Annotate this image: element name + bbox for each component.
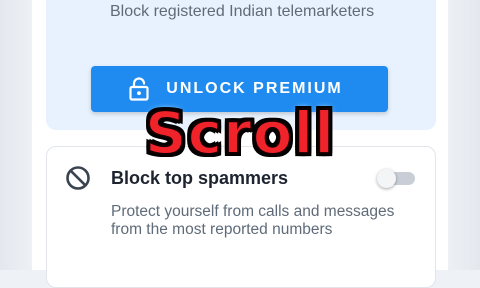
scroll-caption-overlay: Scroll — [144, 98, 336, 168]
block-top-spammers-title: Block top spammers — [111, 168, 289, 188]
toggle-thumb — [377, 169, 396, 188]
block-top-spammers-toggle[interactable] — [377, 169, 415, 188]
block-top-spammers-description: Protect yourself from calls and messages… — [111, 203, 395, 238]
premium-description: Block registered Indian telemarketers — [110, 3, 375, 20]
unlock-premium-label: UNLOCK PREMIUM — [166, 80, 343, 97]
block-icon — [66, 166, 90, 190]
